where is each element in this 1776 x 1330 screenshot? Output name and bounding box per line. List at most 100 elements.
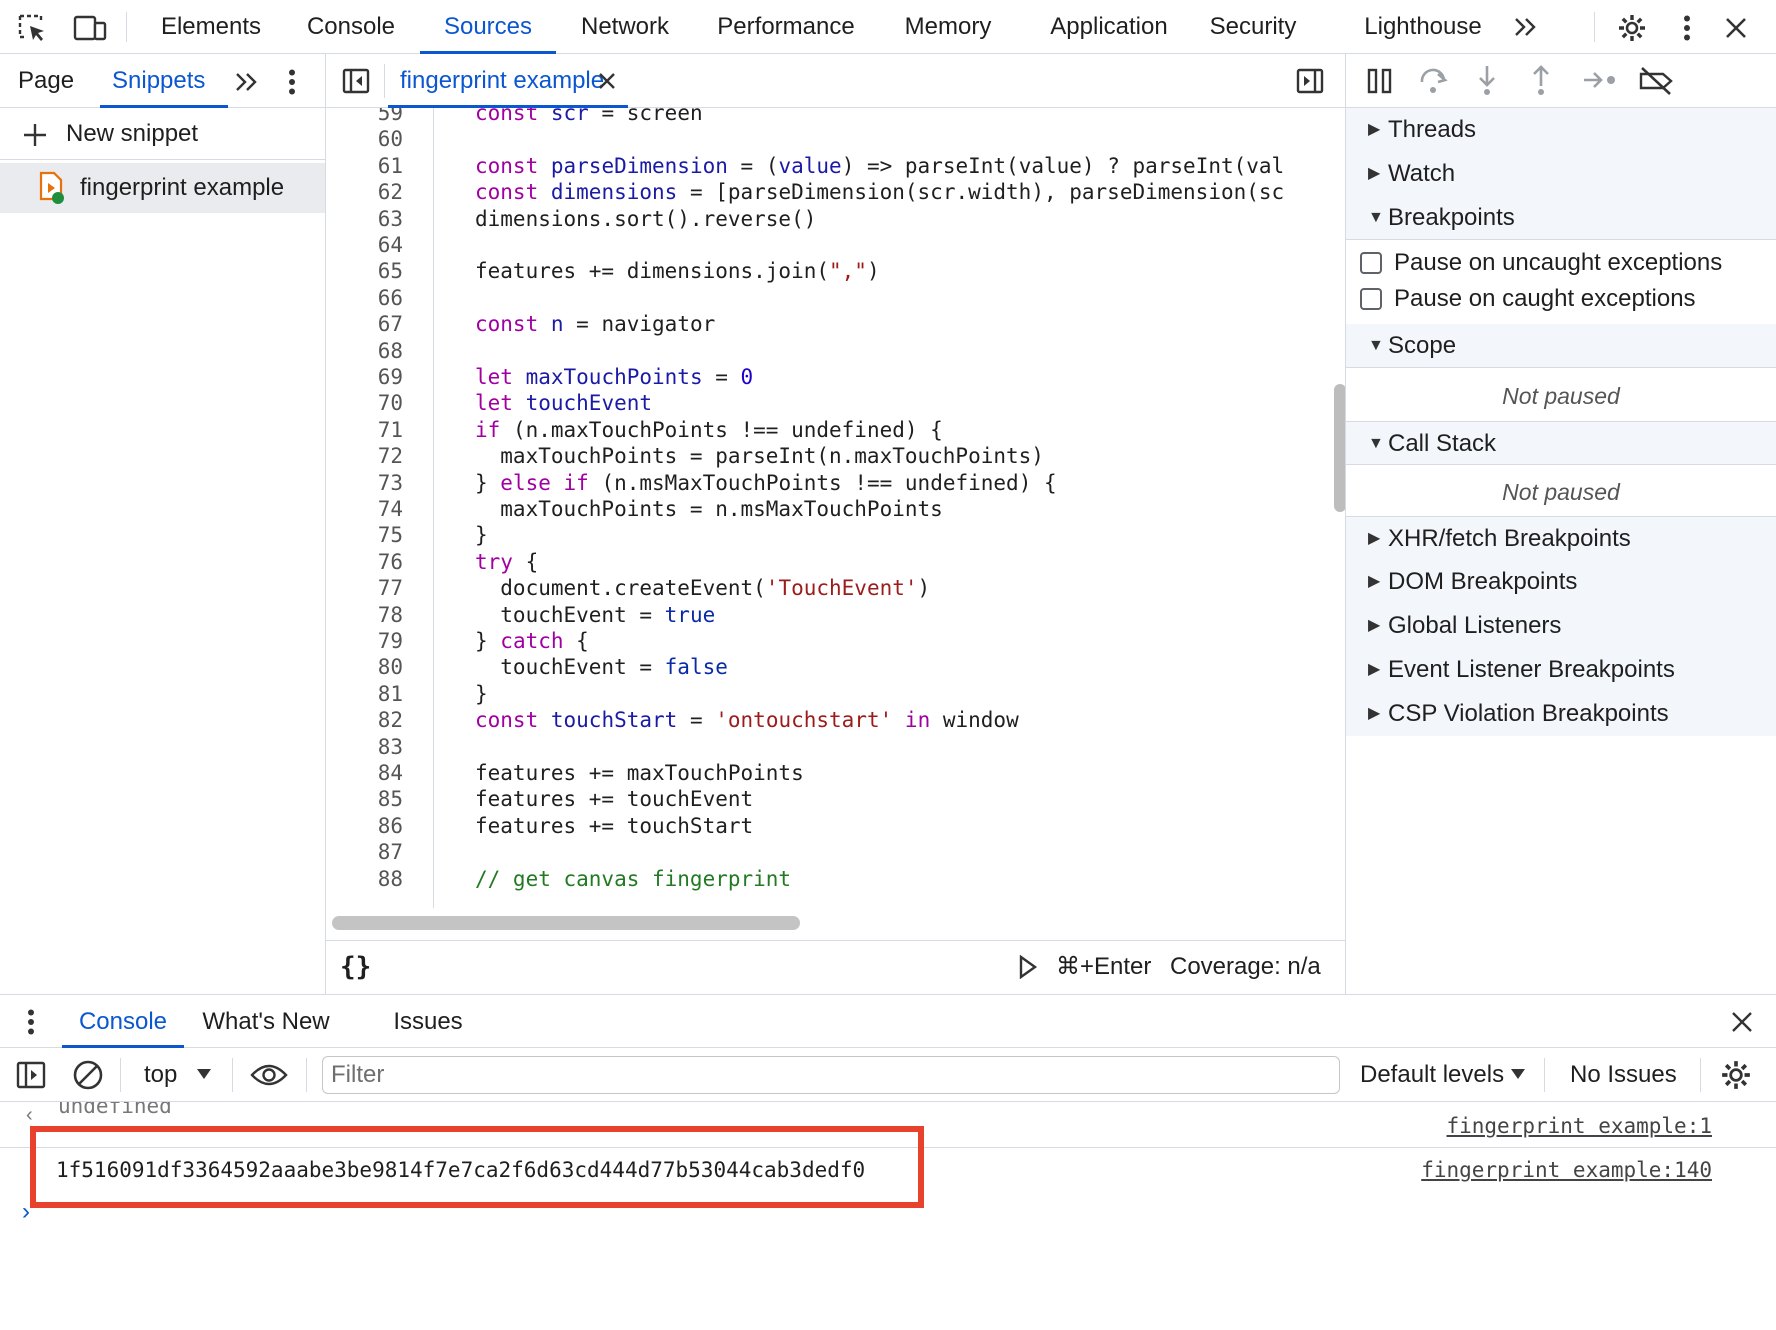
- line-number[interactable]: 63: [378, 206, 403, 232]
- breakpoints-section-header[interactable]: ▼ Breakpoints: [1346, 196, 1776, 240]
- line-number[interactable]: 67: [378, 311, 403, 337]
- code-line[interactable]: touchEvent = false: [475, 654, 728, 680]
- navigator-menu-icon[interactable]: [276, 66, 308, 98]
- line-number[interactable]: 68: [378, 338, 403, 364]
- code-line[interactable]: features += maxTouchPoints: [475, 760, 804, 786]
- tab-lighthouse[interactable]: Lighthouse: [1352, 0, 1494, 54]
- code-line[interactable]: if (n.maxTouchPoints !== undefined) {: [475, 417, 943, 443]
- settings-gear-icon[interactable]: [1612, 8, 1652, 48]
- line-number[interactable]: 71: [378, 417, 403, 443]
- line-number[interactable]: 88: [378, 866, 403, 892]
- call-stack-section-header[interactable]: ▼ Call Stack: [1346, 421, 1776, 465]
- toggle-debugger-icon[interactable]: [1294, 65, 1326, 97]
- code-line[interactable]: const touchStart = 'ontouchstart' in win…: [475, 707, 1019, 733]
- line-number[interactable]: 72: [378, 443, 403, 469]
- tab-elements[interactable]: Elements: [146, 0, 276, 54]
- device-toolbar-icon[interactable]: [68, 8, 112, 48]
- step-icon[interactable]: [1582, 68, 1618, 92]
- step-out-icon[interactable]: [1528, 64, 1554, 96]
- line-number[interactable]: 77: [378, 575, 403, 601]
- line-number[interactable]: 83: [378, 734, 403, 760]
- tab-console[interactable]: Console: [286, 0, 416, 54]
- pause-caught-checkbox[interactable]: [1360, 288, 1382, 310]
- threads-section-header[interactable]: ▶ Threads: [1346, 108, 1776, 152]
- issues-count-button[interactable]: No Issues: [1570, 1048, 1677, 1102]
- snippet-item[interactable]: fingerprint example: [0, 163, 325, 213]
- toggle-navigator-icon[interactable]: [340, 65, 372, 97]
- csp-violation-breakpoints-section-header[interactable]: ▶ CSP Violation Breakpoints: [1346, 692, 1776, 736]
- line-number[interactable]: 65: [378, 258, 403, 284]
- drawer-menu-icon[interactable]: [16, 1007, 46, 1037]
- code-line[interactable]: const dimensions = [parseDimension(scr.w…: [475, 179, 1284, 205]
- pause-resume-icon[interactable]: [1366, 68, 1394, 94]
- tab-sources[interactable]: Sources: [420, 0, 556, 54]
- code-line[interactable]: const n = navigator: [475, 311, 715, 337]
- code-line[interactable]: const parseDimension = (value) => parseI…: [475, 153, 1284, 179]
- editor-tab-fingerprint-example[interactable]: fingerprint example: [388, 54, 628, 108]
- pretty-print-icon[interactable]: {}: [340, 941, 371, 993]
- xhr-breakpoints-section-header[interactable]: ▶ XHR/fetch Breakpoints: [1346, 516, 1776, 560]
- more-navigator-tabs-chevron-icon[interactable]: [230, 68, 264, 96]
- code-editor[interactable]: 59 60 61 62 63 64 65 66 67 68 69 70 71 72 73 74 75 76 77 78…: [326, 108, 1346, 940]
- context-selector[interactable]: top: [130, 1048, 230, 1102]
- code-line[interactable]: features += touchStart: [475, 813, 753, 839]
- console-message-source-link[interactable]: fingerprint example:140: [1421, 1158, 1712, 1182]
- tab-application[interactable]: Application: [1030, 0, 1188, 54]
- tab-memory[interactable]: Memory: [886, 0, 1010, 54]
- line-number[interactable]: 81: [378, 681, 403, 707]
- line-number[interactable]: 80: [378, 654, 403, 680]
- code-line[interactable]: }: [475, 681, 488, 707]
- watch-section-header[interactable]: ▶ Watch: [1346, 152, 1776, 196]
- console-filter-input[interactable]: Filter: [322, 1056, 1340, 1094]
- close-drawer-icon[interactable]: [1726, 1007, 1758, 1037]
- pause-uncaught-checkbox[interactable]: [1360, 252, 1382, 274]
- dom-breakpoints-section-header[interactable]: ▶ DOM Breakpoints: [1346, 560, 1776, 604]
- line-number[interactable]: 85: [378, 786, 403, 812]
- line-number[interactable]: 82: [378, 707, 403, 733]
- code-line[interactable]: let maxTouchPoints = 0: [475, 364, 753, 390]
- drawer-tab-console[interactable]: Console: [62, 995, 184, 1049]
- code-line[interactable]: dimensions.sort().reverse(): [475, 206, 816, 232]
- line-number[interactable]: 73: [378, 470, 403, 496]
- code-line[interactable]: features += touchEvent: [475, 786, 753, 812]
- code-line[interactable]: maxTouchPoints = n.msMaxTouchPoints: [475, 496, 943, 522]
- line-number[interactable]: 84: [378, 760, 403, 786]
- code-line[interactable]: features += dimensions.join(","): [475, 258, 880, 284]
- code-line[interactable]: } catch {: [475, 628, 589, 654]
- console-prompt-icon[interactable]: ›: [22, 1198, 30, 1226]
- code-line[interactable]: } else if (n.msMaxTouchPoints !== undefi…: [475, 470, 1057, 496]
- line-number[interactable]: 64: [378, 232, 403, 258]
- scope-section-header[interactable]: ▼ Scope: [1346, 324, 1776, 368]
- line-number[interactable]: 59: [378, 108, 403, 126]
- line-number[interactable]: 66: [378, 285, 403, 311]
- step-into-icon[interactable]: [1474, 64, 1500, 96]
- console-settings-gear-icon[interactable]: [1720, 1059, 1752, 1091]
- line-number[interactable]: 79: [378, 628, 403, 654]
- tab-network[interactable]: Network: [566, 0, 684, 54]
- global-listeners-section-header[interactable]: ▶ Global Listeners: [1346, 604, 1776, 648]
- line-number[interactable]: 74: [378, 496, 403, 522]
- close-tab-icon[interactable]: [598, 72, 616, 90]
- inspect-element-icon[interactable]: [12, 8, 52, 48]
- code-line[interactable]: try {: [475, 549, 538, 575]
- step-over-icon[interactable]: [1418, 66, 1448, 96]
- event-listener-breakpoints-section-header[interactable]: ▶ Event Listener Breakpoints: [1346, 648, 1776, 692]
- code-line[interactable]: maxTouchPoints = parseInt(n.maxTouchPoin…: [475, 443, 1044, 469]
- tab-performance[interactable]: Performance: [704, 0, 868, 54]
- code-line[interactable]: // get canvas fingerprint: [475, 866, 791, 892]
- new-snippet-button[interactable]: New snippet: [0, 108, 325, 160]
- code-line[interactable]: let touchEvent: [475, 390, 652, 416]
- line-number[interactable]: 70: [378, 390, 403, 416]
- close-devtools-icon[interactable]: [1716, 8, 1756, 48]
- customize-menu-icon[interactable]: [1670, 8, 1704, 48]
- line-number[interactable]: 86: [378, 813, 403, 839]
- line-number[interactable]: 78: [378, 602, 403, 628]
- line-number[interactable]: 87: [378, 839, 403, 865]
- show-console-sidebar-icon[interactable]: [16, 1060, 46, 1090]
- line-number[interactable]: 75: [378, 522, 403, 548]
- code-line[interactable]: document.createEvent('TouchEvent'): [475, 575, 930, 601]
- more-tabs-chevron-icon[interactable]: [1508, 12, 1544, 42]
- tab-page[interactable]: Page: [18, 54, 78, 108]
- clear-console-icon[interactable]: [72, 1059, 104, 1091]
- code-line[interactable]: }: [475, 522, 488, 548]
